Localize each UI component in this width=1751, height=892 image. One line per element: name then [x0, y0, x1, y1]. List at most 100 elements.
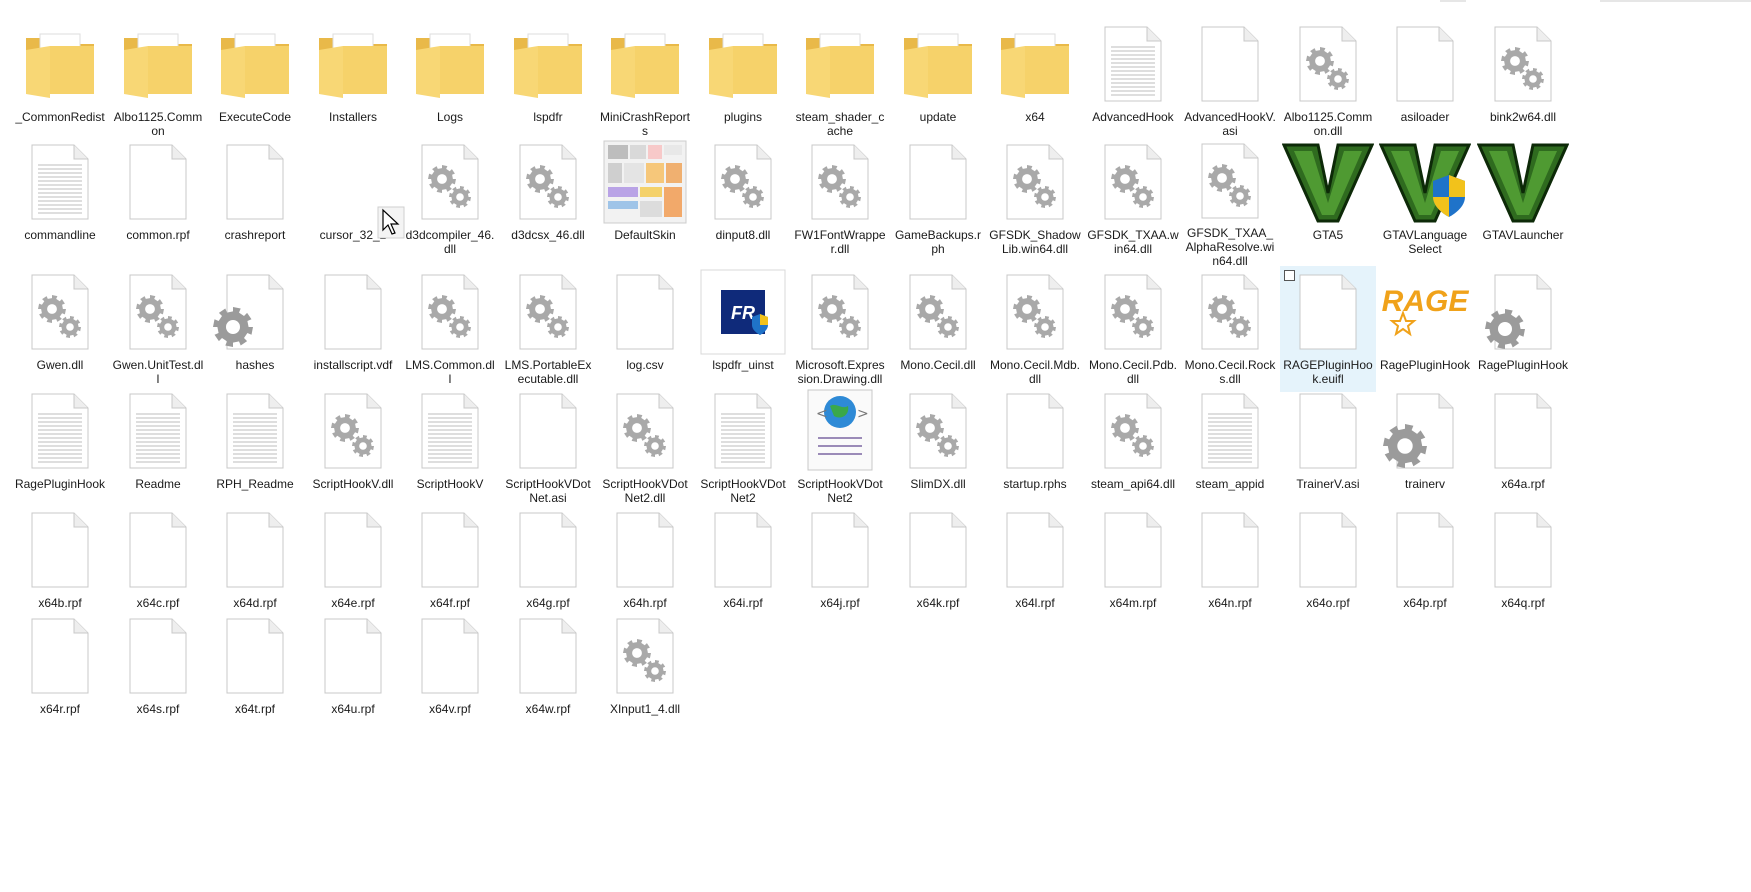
file-item[interactable]: Microsoft.Expression.Drawing.dll	[792, 266, 888, 392]
file-item[interactable]: crashreport	[207, 136, 303, 262]
file-item[interactable]: log.csv	[597, 266, 693, 392]
file-item[interactable]: FR lspdfr_uinst	[695, 266, 791, 392]
file-item[interactable]: MiniCrashReports	[597, 18, 693, 144]
file-item[interactable]: Readme	[110, 385, 206, 511]
file-item[interactable]: FW1FontWrapper.dll	[792, 136, 888, 262]
file-item[interactable]: DefaultSkin	[597, 136, 693, 262]
file-item[interactable]: Mono.Cecil.Pdb.dll	[1085, 266, 1181, 392]
file-item[interactable]: x64m.rpf	[1085, 504, 1181, 630]
file-item[interactable]: Installers	[305, 18, 401, 144]
file-item[interactable]: d3dcsx_46.dll	[500, 136, 596, 262]
file-item[interactable]: x64l.rpf	[987, 504, 1083, 630]
file-item[interactable]: Albo1125.Common	[110, 18, 206, 144]
file-item[interactable]: XInput1_4.dll	[597, 610, 693, 736]
svg-text:FR: FR	[731, 303, 755, 323]
file-item[interactable]: Albo1125.Common.dll	[1280, 18, 1376, 144]
file-item[interactable]: x64w.rpf	[500, 610, 596, 736]
file-item[interactable]: steam_api64.dll	[1085, 385, 1181, 511]
file-item[interactable]: GTAVLauncher	[1475, 136, 1571, 262]
file-item[interactable]: GFSDK_TXAA_AlphaResolve.win64.dll	[1182, 136, 1278, 268]
file-name-label: commandline	[24, 228, 96, 242]
file-item[interactable]: Mono.Cecil.Mdb.dll	[987, 266, 1083, 392]
file-item[interactable]: common.rpf	[110, 136, 206, 262]
file-item[interactable]: x64	[987, 18, 1083, 144]
file-item[interactable]: Logs	[402, 18, 498, 144]
file-item[interactable]: x64v.rpf	[402, 610, 498, 736]
file-item[interactable]: x64q.rpf	[1475, 504, 1571, 630]
file-item[interactable]: AdvancedHook	[1085, 18, 1181, 144]
selection-checkbox[interactable]	[1284, 270, 1295, 281]
file-item[interactable]: cursor_32_2	[305, 136, 401, 262]
file-name-label: RAGEPluginHook.euifl	[1283, 358, 1373, 386]
file-item[interactable]: x64k.rpf	[890, 504, 986, 630]
file-item[interactable]: GTAVLanguageSelect	[1377, 136, 1473, 262]
file-item[interactable]: asiloader	[1377, 18, 1473, 144]
file-item[interactable]: RAGEPluginHook.euifl	[1280, 266, 1376, 392]
file-item[interactable]: x64o.rpf	[1280, 504, 1376, 630]
file-item[interactable]: Mono.Cecil.Rocks.dll	[1182, 266, 1278, 392]
gta-v-logo-icon	[1280, 136, 1376, 228]
file-item[interactable]: x64s.rpf	[110, 610, 206, 736]
file-item[interactable]: steam_appid	[1182, 385, 1278, 511]
file-item[interactable]: RAGE RagePluginHook	[1377, 266, 1473, 392]
file-name-label: steam_appid	[1195, 477, 1265, 491]
file-item[interactable]: bink2w64.dll	[1475, 18, 1571, 144]
file-name-label: Readme	[135, 477, 181, 491]
file-item[interactable]: dinput8.dll	[695, 136, 791, 262]
dll-gear-icon	[890, 385, 986, 477]
image-thumbnail-icon	[597, 136, 693, 228]
file-item[interactable]: x64p.rpf	[1377, 504, 1473, 630]
file-item[interactable]: < > ScriptHookVDotNet2	[792, 385, 888, 511]
file-name-label: startup.rphs	[1003, 477, 1067, 491]
file-item[interactable]: RagePluginHook	[1475, 266, 1571, 392]
file-item[interactable]: installscript.vdf	[305, 266, 401, 392]
file-item[interactable]: LMS.Common.dll	[402, 266, 498, 392]
file-item[interactable]: x64i.rpf	[695, 504, 791, 630]
file-name-label: x64j.rpf	[820, 596, 860, 610]
file-item[interactable]: ExecuteCode	[207, 18, 303, 144]
file-item[interactable]: ScriptHookVDotNet2.dll	[597, 385, 693, 511]
file-item[interactable]: ScriptHookV.dll	[305, 385, 401, 511]
file-name-label: x64p.rpf	[1403, 596, 1447, 610]
file-item[interactable]: GameBackups.rph	[890, 136, 986, 262]
file-item[interactable]: _CommonRedist	[12, 18, 108, 144]
file-name-label: x64n.rpf	[1208, 596, 1252, 610]
file-item[interactable]: x64t.rpf	[207, 610, 303, 736]
file-item[interactable]: TrainerV.asi	[1280, 385, 1376, 511]
file-item[interactable]: SlimDX.dll	[890, 385, 986, 511]
file-item[interactable]: d3dcompiler_46.dll	[402, 136, 498, 262]
file-item[interactable]: GTA5	[1280, 136, 1376, 262]
file-item[interactable]: Gwen.UnitTest.dll	[110, 266, 206, 392]
file-item[interactable]: x64u.rpf	[305, 610, 401, 736]
file-item[interactable]: Gwen.dll	[12, 266, 108, 392]
file-item[interactable]: commandline	[12, 136, 108, 262]
file-item[interactable]: ScriptHookVDotNet.asi	[500, 385, 596, 511]
file-name-label: update	[919, 110, 957, 124]
file-item[interactable]: x64a.rpf	[1475, 385, 1571, 511]
file-item[interactable]: x64r.rpf	[12, 610, 108, 736]
file-item[interactable]: GFSDK_ShadowLib.win64.dll	[987, 136, 1083, 262]
file-item[interactable]: steam_shader_cache	[792, 18, 888, 144]
dll-gear-icon	[890, 266, 986, 358]
file-item[interactable]: lspdfr	[500, 18, 596, 144]
file-item[interactable]: hashes	[207, 266, 303, 392]
file-item[interactable]: x64j.rpf	[792, 504, 888, 630]
file-item[interactable]: update	[890, 18, 986, 144]
file-item[interactable]: ScriptHookVDotNet2	[695, 385, 791, 511]
file-item[interactable]: trainerv	[1377, 385, 1473, 511]
file-item[interactable]: RPH_Readme	[207, 385, 303, 511]
file-name-label: x64o.rpf	[1306, 596, 1350, 610]
file-item[interactable]: x64n.rpf	[1182, 504, 1278, 630]
file-item[interactable]: LMS.PortableExecutable.dll	[500, 266, 596, 392]
file-item[interactable]: plugins	[695, 18, 791, 144]
file-item[interactable]: GFSDK_TXAA.win64.dll	[1085, 136, 1181, 262]
file-name-label: x64h.rpf	[623, 596, 667, 610]
file-item[interactable]: AdvancedHookV.asi	[1182, 18, 1278, 144]
globe-doc-icon: < >	[792, 385, 888, 477]
file-item[interactable]: ScriptHookV	[402, 385, 498, 511]
file-item[interactable]: startup.rphs	[987, 385, 1083, 511]
file-item[interactable]: RagePluginHook	[12, 385, 108, 511]
file-name-label: x64q.rpf	[1501, 596, 1545, 610]
file-name-label: Gwen.dll	[36, 358, 84, 372]
file-item[interactable]: Mono.Cecil.dll	[890, 266, 986, 392]
